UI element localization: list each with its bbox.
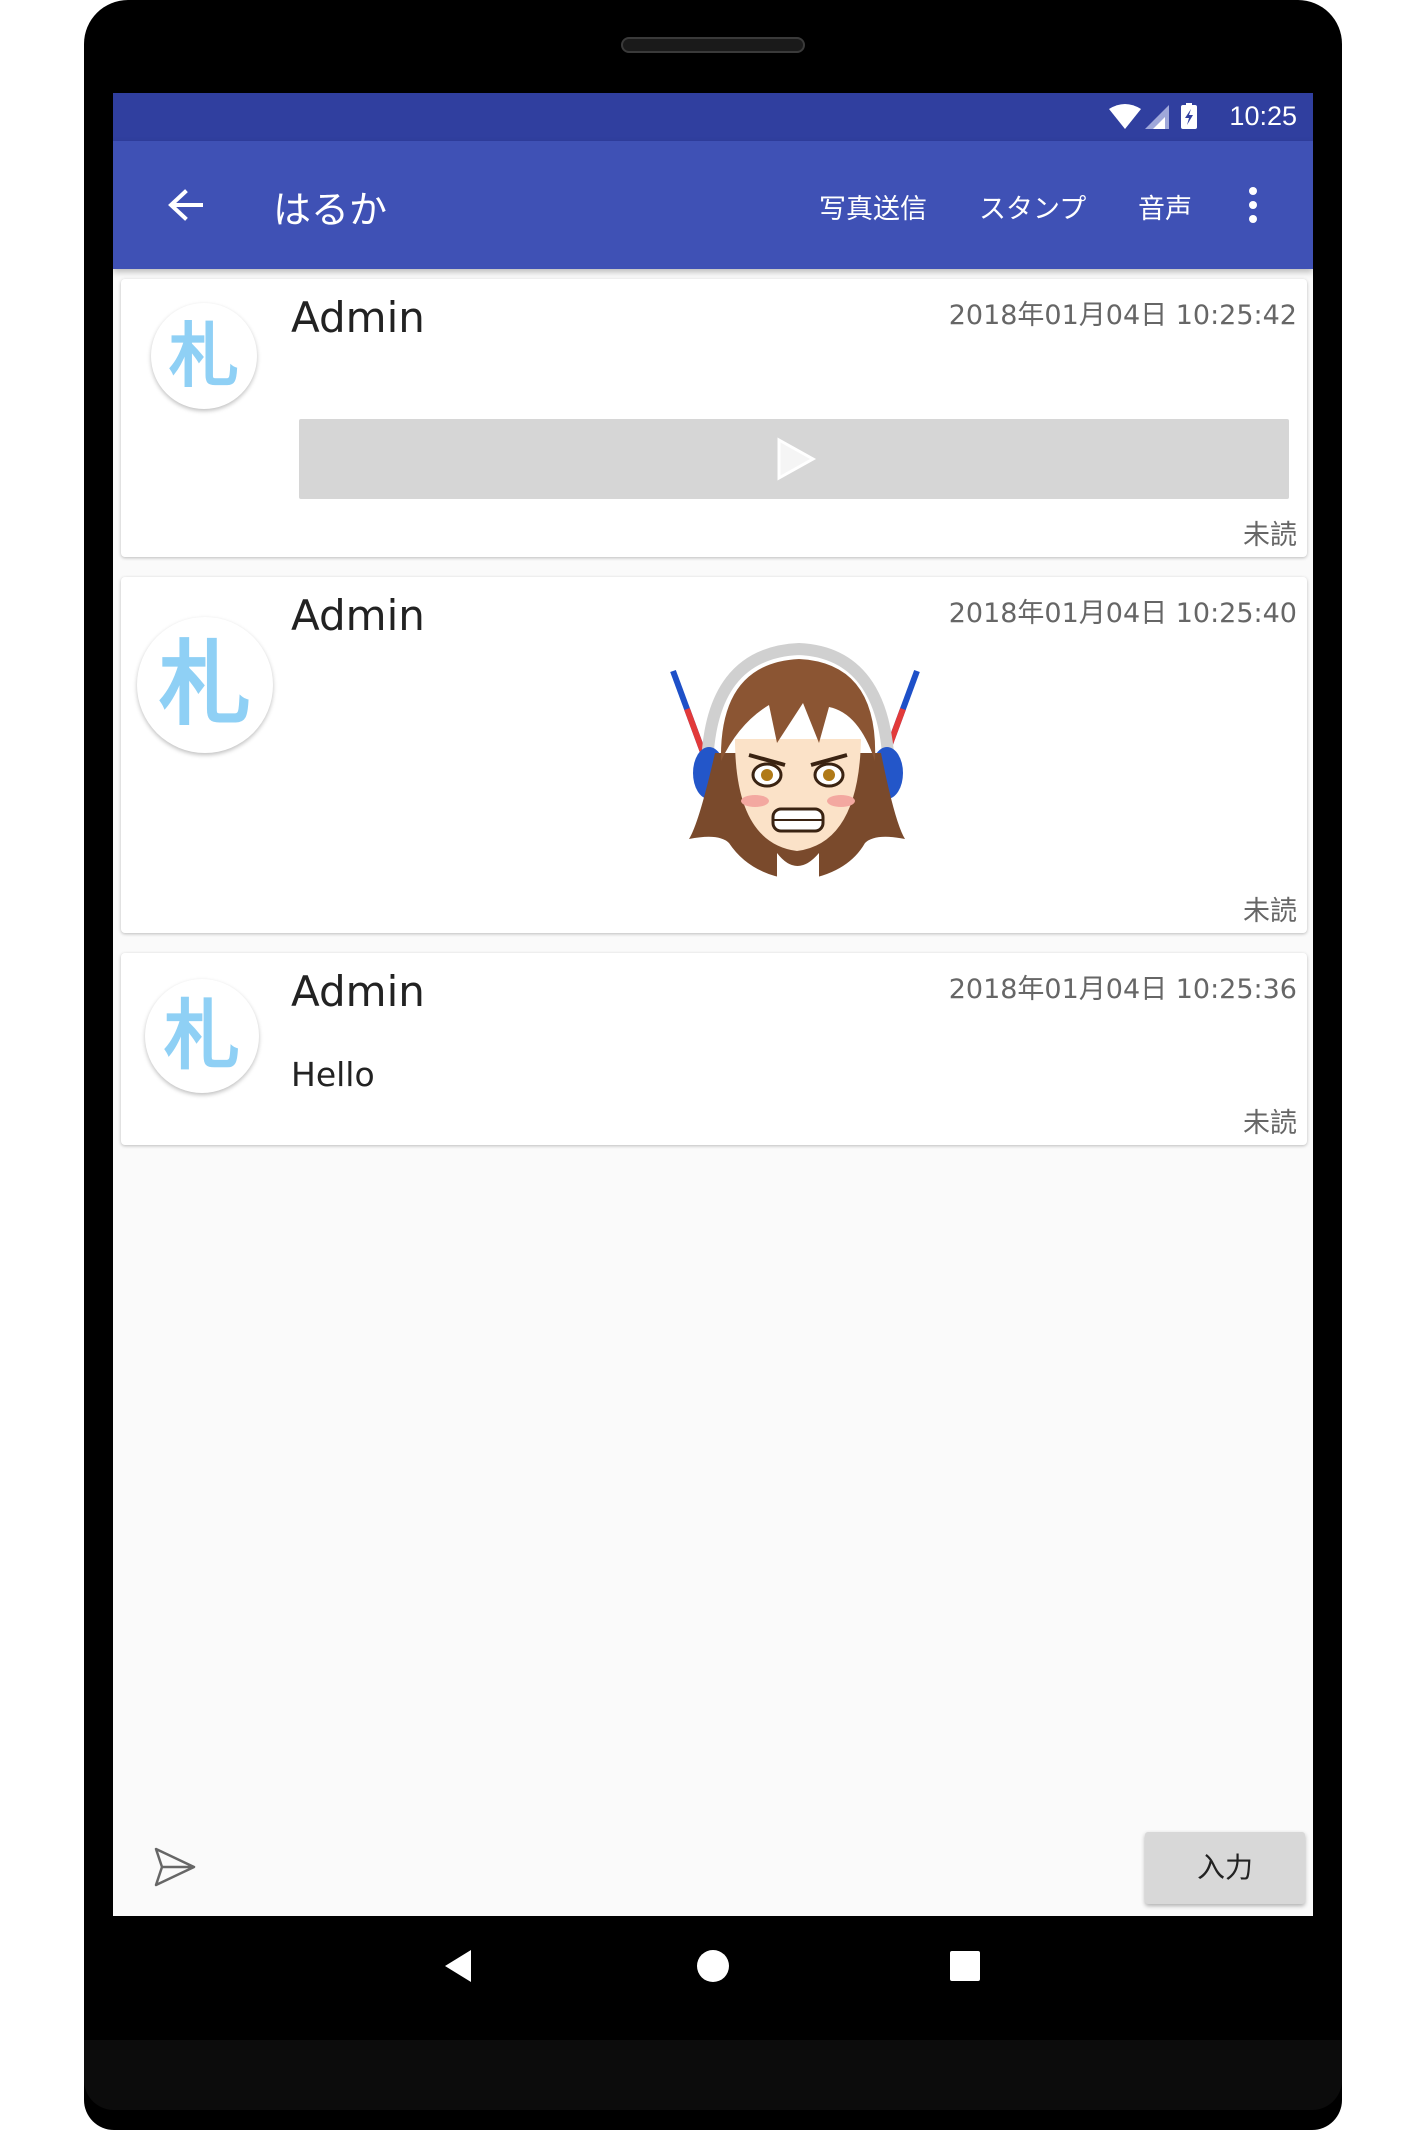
audio-player[interactable] bbox=[299, 419, 1289, 499]
sender-name: Admin bbox=[291, 967, 425, 1016]
avatar[interactable]: 札 bbox=[145, 979, 259, 1093]
voice-action[interactable]: 音声 bbox=[1138, 187, 1192, 226]
device-speaker bbox=[621, 37, 805, 53]
read-status: 未読 bbox=[1243, 520, 1297, 551]
toolbar-title: はるか bbox=[273, 188, 388, 232]
sender-name: Admin bbox=[291, 591, 425, 640]
message-card[interactable]: 札 Admin 2018年01月04日 10:25:36 Hello 未読 bbox=[121, 953, 1307, 1145]
read-status: 未読 bbox=[1243, 1108, 1297, 1139]
sticker-action[interactable]: スタンプ bbox=[979, 187, 1086, 226]
more-vert-icon[interactable] bbox=[1239, 183, 1267, 227]
send-icon[interactable] bbox=[153, 1845, 197, 1889]
status-time: 10:25 bbox=[1229, 101, 1297, 131]
avatar[interactable]: 札 bbox=[151, 303, 257, 409]
cell-signal-icon bbox=[1145, 105, 1169, 129]
back-triangle-icon[interactable] bbox=[437, 1942, 485, 1990]
message-timestamp: 2018年01月04日 10:25:36 bbox=[948, 974, 1297, 1005]
sticker-image[interactable] bbox=[669, 643, 927, 881]
battery-charging-icon bbox=[1181, 103, 1197, 129]
app-screen: 10:25 はるか 写真送信 スタンプ 音声 札 Admin 2018年01月0… bbox=[113, 93, 1313, 1916]
message-card[interactable]: 札 Admin 2018年01月04日 10:25:42 未読 bbox=[121, 279, 1307, 557]
sender-name: Admin bbox=[291, 293, 425, 342]
home-circle-icon[interactable] bbox=[689, 1942, 737, 1990]
status-bar: 10:25 bbox=[113, 93, 1313, 141]
message-text: Hello bbox=[291, 1055, 375, 1094]
app-toolbar: はるか 写真送信 スタンプ 音声 bbox=[113, 141, 1313, 269]
avatar[interactable]: 札 bbox=[137, 617, 273, 753]
arrow-left-icon[interactable] bbox=[165, 185, 205, 225]
recents-square-icon[interactable] bbox=[941, 1942, 989, 1990]
nav-bar bbox=[113, 1916, 1313, 2016]
send-photo-action[interactable]: 写真送信 bbox=[819, 187, 927, 226]
message-timestamp: 2018年01月04日 10:25:40 bbox=[948, 598, 1297, 629]
input-button[interactable]: 入力 bbox=[1145, 1832, 1305, 1904]
play-icon[interactable] bbox=[773, 437, 817, 481]
wifi-icon bbox=[1109, 104, 1141, 129]
device-bottom-edge bbox=[84, 2040, 1342, 2110]
message-card[interactable]: 札 Admin 2018年01月04日 10:25:40 未読 bbox=[121, 577, 1307, 933]
message-timestamp: 2018年01月04日 10:25:42 bbox=[948, 300, 1297, 331]
read-status: 未読 bbox=[1243, 896, 1297, 927]
status-icons bbox=[1109, 103, 1197, 129]
